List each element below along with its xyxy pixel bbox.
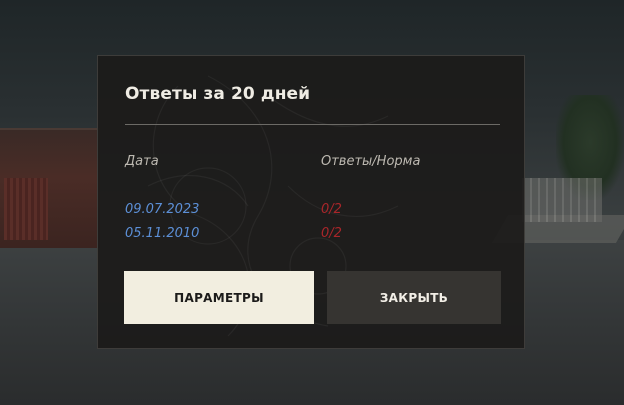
column-header-date: Дата <box>125 154 159 169</box>
background-garage-door <box>4 178 48 240</box>
background-fence <box>522 178 602 222</box>
params-button[interactable]: ПАРАМЕТРЫ <box>124 271 314 324</box>
table-row: 09.07.2023 0/2 <box>98 202 524 222</box>
row-date: 05.11.2010 <box>125 226 200 241</box>
dialog-title: Ответы за 20 дней <box>125 84 311 104</box>
row-answers: 0/2 <box>321 202 342 217</box>
game-scene: Ответы за 20 дней Дата Ответы/Норма 09.0… <box>0 0 624 405</box>
column-header-answers: Ответы/Норма <box>321 154 421 169</box>
row-answers: 0/2 <box>321 226 342 241</box>
table-row: 05.11.2010 0/2 <box>98 226 524 246</box>
title-divider <box>125 124 500 125</box>
row-date: 09.07.2023 <box>125 202 200 217</box>
close-button[interactable]: ЗАКРЫТЬ <box>327 271 501 324</box>
answers-dialog: Ответы за 20 дней Дата Ответы/Норма 09.0… <box>97 55 525 349</box>
